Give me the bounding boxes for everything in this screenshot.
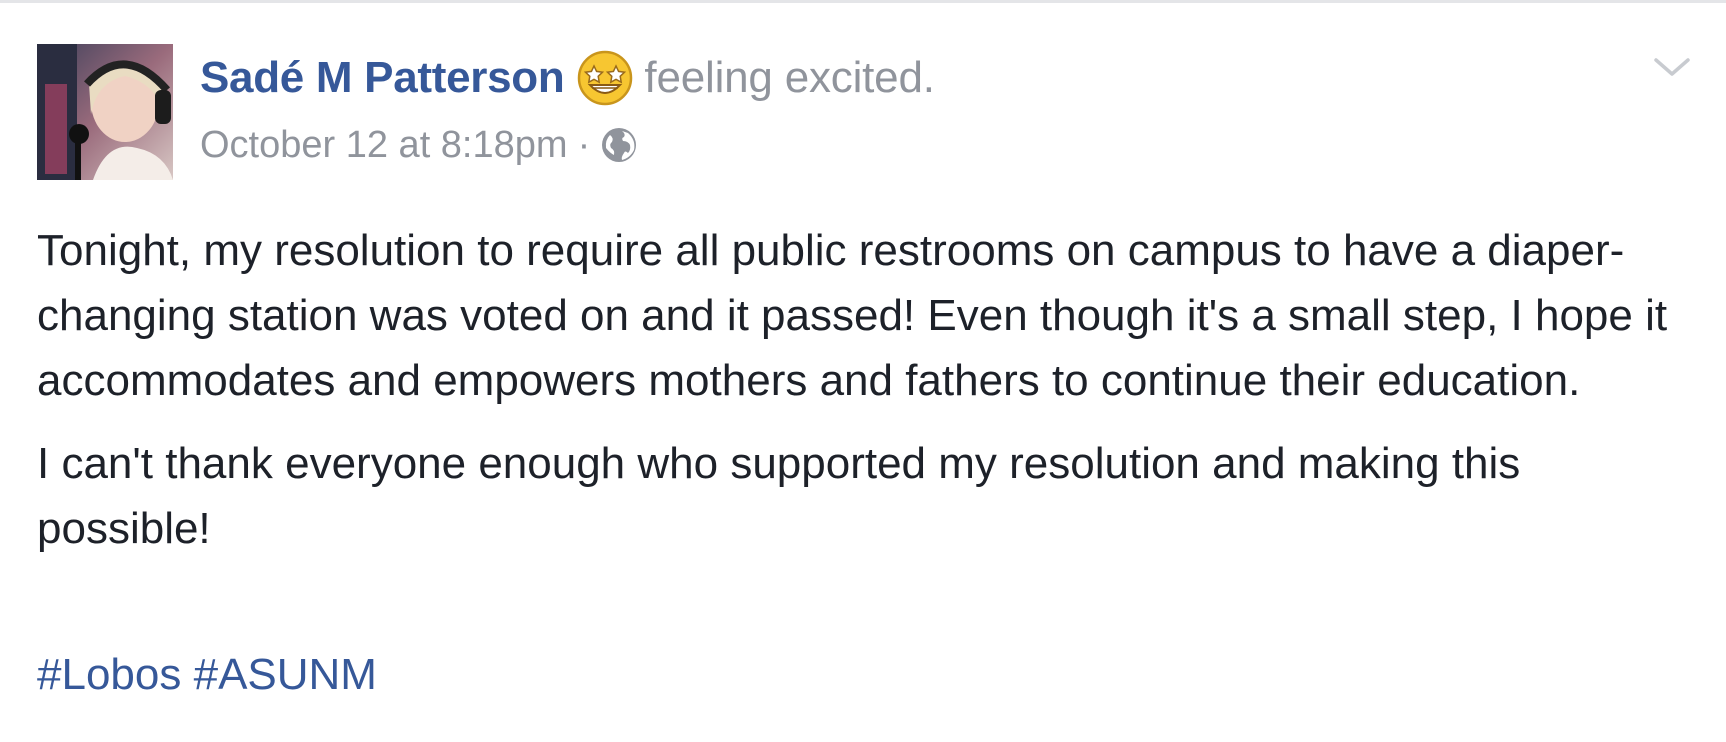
post-paragraph: I can't thank everyone enough who suppor… <box>37 439 1521 553</box>
post-timestamp-link[interactable]: October 12 at 8:18pm <box>200 124 568 167</box>
author-name-link[interactable]: Sadé M Patterson <box>200 53 565 103</box>
post-meta: October 12 at 8:18pm · <box>200 118 638 172</box>
meta-separator: · <box>577 123 591 166</box>
post-header: Sadé M Patterson feeling excited. <box>200 46 935 110</box>
feeling-status: feeling excited. <box>644 53 935 102</box>
hashtag-link-lobos[interactable]: #Lobos <box>37 650 181 699</box>
star-struck-emoji-icon <box>576 49 634 107</box>
chevron-down-icon[interactable] <box>1652 52 1692 82</box>
feed-post: Sadé M Patterson feeling excited. Octobe… <box>0 0 1726 742</box>
author-avatar[interactable] <box>37 44 173 180</box>
post-body: Tonight, my resolution to require all pu… <box>37 218 1687 579</box>
hashtag-row: #Lobos #ASUNM <box>37 642 377 707</box>
avatar-photo <box>37 44 173 180</box>
hashtag-link-asunm[interactable]: #ASUNM <box>194 650 377 699</box>
post-paragraph: Tonight, my resolution to require all pu… <box>37 226 1668 405</box>
globe-icon[interactable] <box>600 126 638 164</box>
